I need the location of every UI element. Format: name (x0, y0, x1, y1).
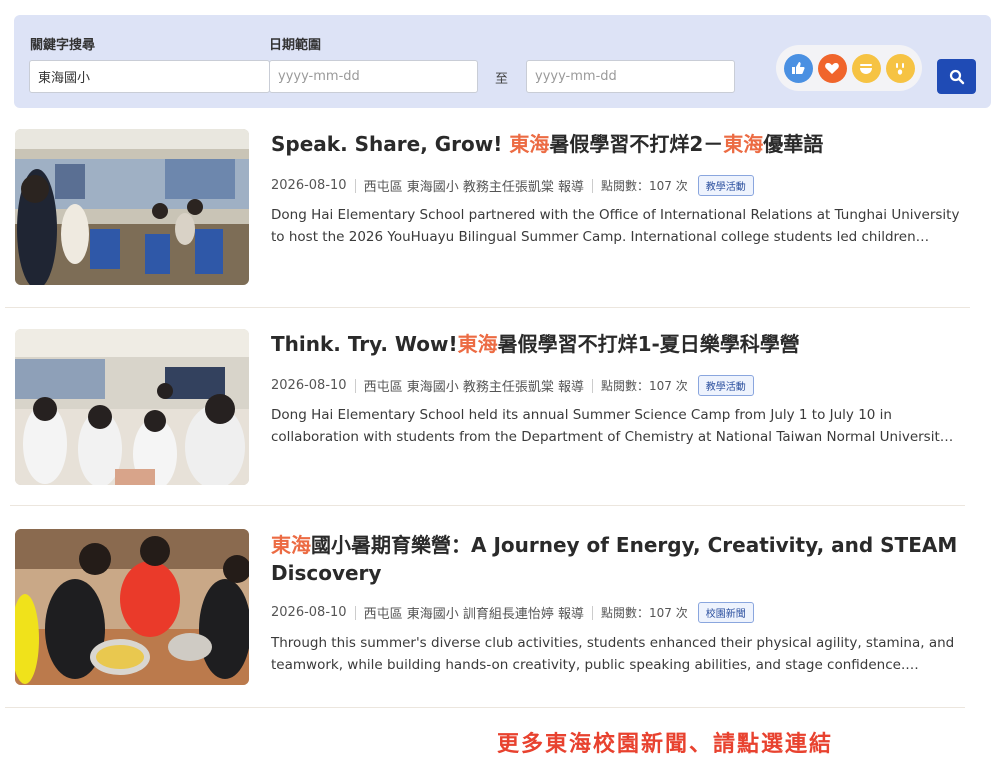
news-date: 2026-08-10 (271, 178, 347, 193)
surprised-icon[interactable] (885, 53, 915, 83)
news-meta: 2026-08-10 西屯區 東海國小 教務主任張凱棠 報導 點閱數：107 次… (271, 375, 754, 396)
list-divider (10, 505, 965, 506)
search-icon (949, 69, 964, 84)
reaction-bar (776, 45, 922, 91)
meta-divider (591, 378, 593, 393)
title-text: 暑假學習不打烊2－ (549, 132, 724, 156)
more-news-link[interactable]: 更多東海校園新聞、請點選連結 (497, 726, 833, 758)
thumbs-up-icon[interactable] (783, 53, 813, 83)
meta-divider (591, 178, 593, 193)
title-text: Think. Try. Wow! (271, 332, 458, 356)
keyword-input[interactable] (29, 60, 270, 93)
search-button[interactable] (937, 59, 976, 94)
date-range-separator: 至 (495, 72, 509, 87)
date-start-input[interactable] (269, 60, 478, 93)
title-highlight: 東海 (271, 533, 311, 557)
news-title[interactable]: Think. Try. Wow!東海暑假學習不打烊1-夏日樂學科學營 (271, 330, 961, 358)
news-meta: 2026-08-10 西屯區 東海國小 訓育組長連怡婷 報導 點閱數：107 次… (271, 602, 754, 623)
category-tag[interactable]: 校園新聞 (697, 602, 754, 623)
news-summary: Dong Hai Elementary School held its annu… (271, 407, 954, 445)
news-views: 點閱數：107 次 (600, 379, 688, 393)
list-divider (5, 707, 965, 708)
date-range-label: 日期範圍 (269, 38, 322, 53)
news-meta: 2026-08-10 西屯區 東海國小 教務主任張凱棠 報導 點閱數：107 次… (271, 175, 754, 196)
smile-icon[interactable] (851, 53, 881, 83)
news-thumbnail[interactable] (15, 529, 249, 685)
news-title[interactable]: Speak. Share, Grow! 東海暑假學習不打烊2－東海優華語 (271, 130, 961, 158)
title-text: Speak. Share, Grow! (271, 132, 510, 156)
meta-divider (354, 178, 356, 193)
news-author: 西屯區 東海國小 教務主任張凱棠 報導 (363, 380, 584, 395)
news-thumbnail[interactable] (15, 129, 249, 285)
news-title[interactable]: 東海國小暑期育樂營：A Journey of Energy, Creativit… (271, 531, 961, 587)
title-text: 國小暑期育樂營：A Journey of Energy, Creativity,… (271, 533, 958, 585)
title-text: 暑假學習不打烊1-夏日樂學科學營 (497, 332, 800, 356)
date-end-input[interactable] (526, 60, 735, 93)
news-summary: Dong Hai Elementary School partnered wit… (271, 207, 960, 245)
meta-divider (354, 378, 356, 393)
category-tag[interactable]: 教學活動 (697, 375, 754, 396)
search-panel: 關鍵字搜尋 日期範圍 至 (14, 15, 991, 108)
news-date: 2026-08-10 (271, 378, 347, 393)
news-views: 點閱數：107 次 (600, 179, 688, 193)
meta-divider (591, 605, 593, 620)
meta-divider (354, 605, 356, 620)
category-tag[interactable]: 教學活動 (697, 175, 754, 196)
news-author: 西屯區 東海國小 教務主任張凱棠 報導 (363, 180, 584, 195)
title-highlight: 東海 (457, 332, 498, 356)
title-highlight: 東海 (723, 132, 764, 156)
news-views: 點閱數：107 次 (600, 606, 688, 620)
title-highlight: 東海 (509, 132, 550, 156)
heart-icon[interactable] (817, 53, 847, 83)
news-summary: Through this summer's diverse club activ… (271, 635, 955, 673)
news-thumbnail[interactable] (15, 329, 249, 485)
keyword-label: 關鍵字搜尋 (30, 38, 96, 53)
list-divider (5, 307, 970, 308)
title-text: 優華語 (763, 132, 824, 156)
news-author: 西屯區 東海國小 訓育組長連怡婷 報導 (363, 607, 584, 622)
news-date: 2026-08-10 (271, 605, 347, 620)
